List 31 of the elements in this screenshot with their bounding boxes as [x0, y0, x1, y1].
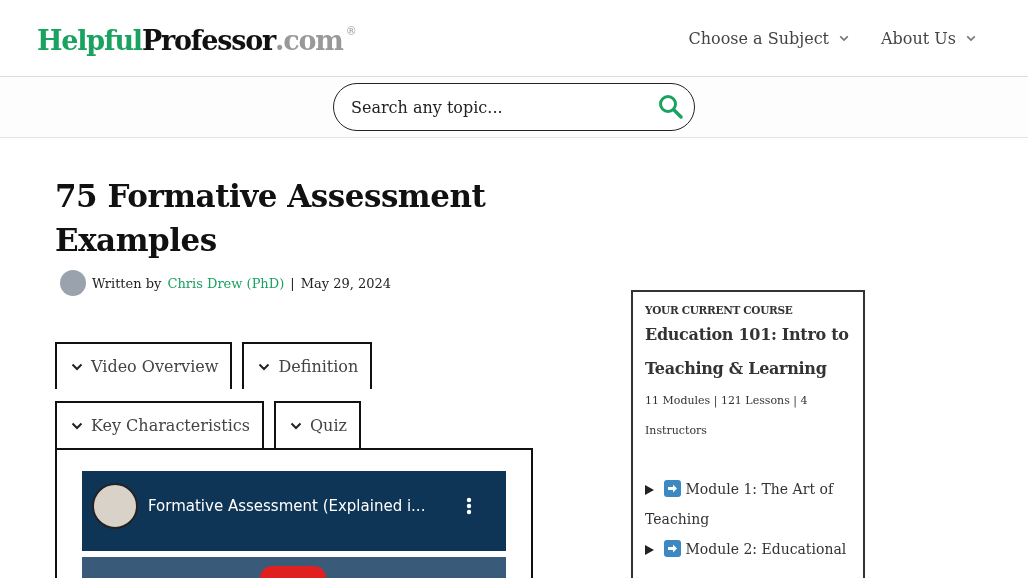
byline-label: Written by	[92, 275, 162, 291]
course-stats: 11 Modules | 121 Lessons | 4 Instructors	[645, 393, 809, 439]
arrow-right-icon	[664, 480, 682, 497]
card-eyebrow: YOUR CURRENT COURSE	[645, 304, 794, 316]
search-field[interactable]: Search any topic...	[333, 83, 695, 131]
section-tab[interactable]: Definition	[242, 342, 373, 389]
section-tab[interactable]: Quiz	[273, 401, 361, 448]
chevron-down-icon	[289, 421, 302, 430]
nav-menu-item[interactable]: About Us	[881, 28, 976, 48]
section-tab[interactable]: Key Characteristics	[55, 401, 264, 448]
nav-menu-item[interactable]: Choose a Subject	[688, 28, 850, 48]
channel-avatar[interactable]	[92, 483, 138, 529]
module-item[interactable]: Module 2: Educational	[645, 534, 847, 564]
byline-separator: |	[290, 275, 295, 291]
publish-date: May 29, 2024	[300, 275, 392, 291]
chevron-down-icon	[839, 34, 850, 42]
video-title[interactable]: Formative Assessment (Explained i...	[148, 497, 456, 515]
article-title: 75 Formative Assessment Examples	[55, 177, 487, 260]
more-options-icon[interactable]	[466, 497, 472, 515]
course-title[interactable]: Education 101: Intro to Teaching & Learning	[645, 318, 851, 386]
section-tab[interactable]: Video Overview	[55, 342, 233, 389]
chevron-down-icon	[71, 362, 83, 371]
arrow-right-icon	[664, 540, 682, 557]
site-logo[interactable]: HelpfulProfessor.com®	[37, 20, 357, 56]
video-player[interactable]: Formative Assessment (Explained i...	[82, 471, 506, 578]
chevron-down-icon	[966, 34, 976, 42]
chevron-down-icon	[258, 362, 271, 371]
search-icon[interactable]	[657, 93, 685, 121]
author-avatar	[60, 270, 86, 296]
module-item[interactable]: Module 1: The Art of Teaching	[645, 474, 851, 534]
chevron-down-icon	[71, 421, 83, 430]
